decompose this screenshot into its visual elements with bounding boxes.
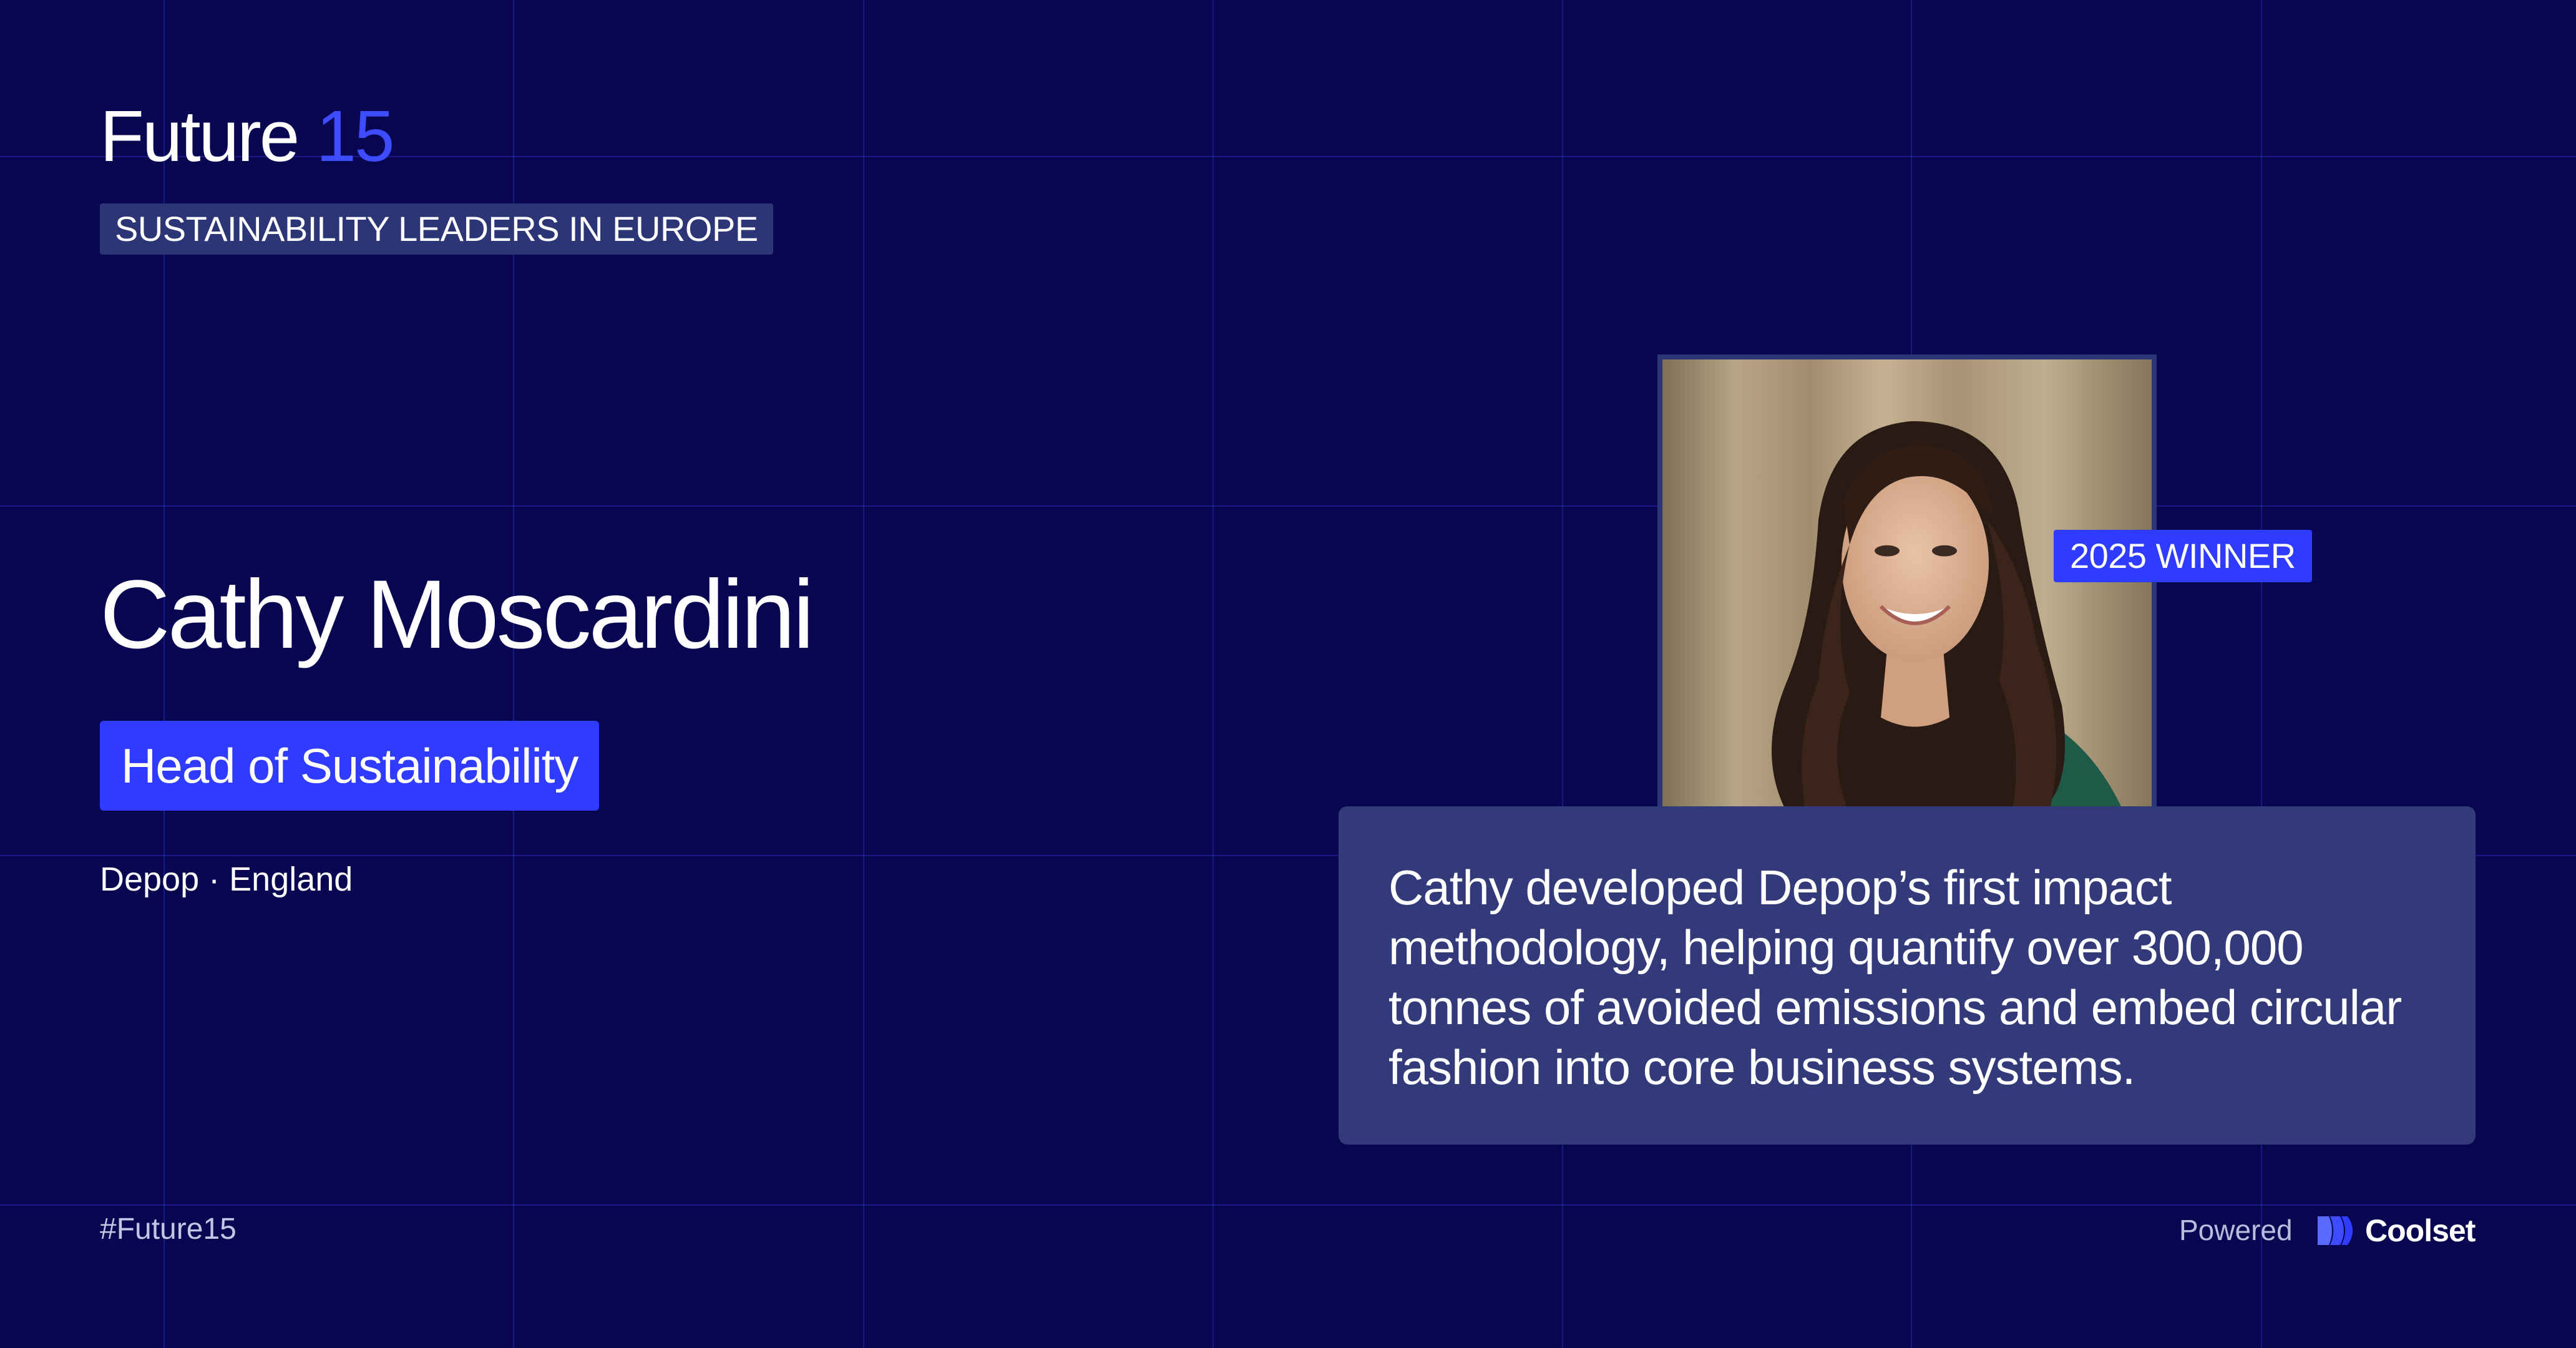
separator-dot: · xyxy=(208,861,220,898)
grid-line xyxy=(163,0,165,1348)
grid-line xyxy=(0,506,2576,507)
brand-title: Future 15 xyxy=(100,100,395,172)
partner-logo: Coolset xyxy=(2316,1213,2476,1248)
portrait-illustration xyxy=(1662,359,2152,813)
coolset-logo-icon xyxy=(2318,1216,2353,1245)
partner-name: Coolset xyxy=(2365,1213,2476,1248)
winner-badge: 2025 WINNER xyxy=(2054,530,2312,582)
grid-line xyxy=(1212,0,1214,1348)
brand-number: 15 xyxy=(316,95,395,177)
powered-label: Powered xyxy=(2179,1214,2293,1246)
company-name: Depop xyxy=(100,861,200,898)
role-badge: Head of Sustainability xyxy=(100,721,600,811)
quote-card: Cathy developed Depop’s first impact met… xyxy=(1339,806,2476,1145)
person-name: Cathy Moscardini xyxy=(100,560,814,669)
brand-word: Future xyxy=(100,95,300,177)
grid-line xyxy=(513,0,514,1348)
grid-line xyxy=(0,1204,2576,1206)
grid-line xyxy=(2261,0,2262,1348)
quote-text: Cathy developed Depop’s first impact met… xyxy=(1388,860,2402,1095)
grid-line xyxy=(1562,0,1563,1348)
award-card: Future 15 SUSTAINABILITY LEADERS IN EURO… xyxy=(0,0,2576,1348)
organization-line: Depop · England xyxy=(100,862,353,896)
grid-line xyxy=(863,0,864,1348)
location-name: England xyxy=(229,861,353,898)
portrait-photo xyxy=(1657,354,2157,813)
brand-tagline: SUSTAINABILITY LEADERS IN EUROPE xyxy=(100,203,773,255)
hashtag: #Future15 xyxy=(100,1213,237,1246)
